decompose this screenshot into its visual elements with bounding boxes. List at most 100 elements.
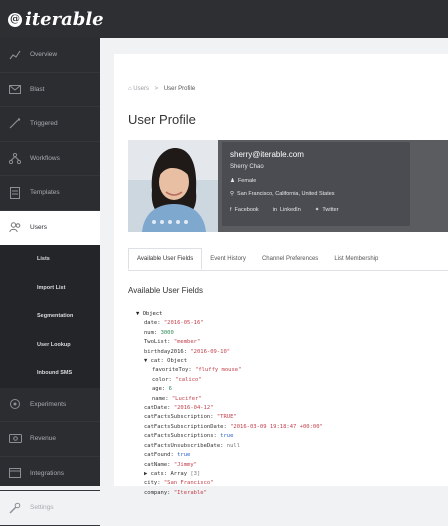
- logo-text: iterable: [25, 9, 104, 30]
- users-icon: [8, 222, 22, 234]
- breadcrumb-separator: >: [154, 86, 159, 92]
- object-field-row: catFactsSubscriptionDate: "2016-03-09 19…: [136, 423, 323, 432]
- tab-available-user-fields[interactable]: Available User Fields: [128, 248, 203, 270]
- field-value: "Lucifer": [171, 395, 202, 402]
- experiment-icon: [8, 398, 22, 410]
- sidebar-subitem-lists[interactable]: Lists: [0, 245, 100, 274]
- tab-channel-preferences[interactable]: Channel Preferences: [254, 248, 326, 270]
- field-key: num:: [144, 329, 158, 336]
- sidebar-item-users[interactable]: Users: [0, 210, 100, 245]
- object-field-row: company: "Iterable": [136, 489, 323, 498]
- object-field-row: age: 6: [136, 385, 323, 394]
- sidebar-item-triggered[interactable]: Triggered: [0, 107, 100, 142]
- field-key: city:: [144, 480, 161, 487]
- twitter-label: Twitter: [322, 207, 339, 213]
- content-panel: ⌂ Users > User Profile User Profile sher…: [114, 54, 448, 496]
- object-field-row: date: "2016-05-16": [136, 319, 323, 328]
- field-key: color:: [152, 376, 172, 383]
- sidebar-item-revenue[interactable]: Revenue: [0, 422, 100, 457]
- field-value: null: [226, 442, 241, 449]
- field-key: catFactsSubscription:: [144, 414, 214, 421]
- object-field-row: catName: "Jimmy": [136, 461, 323, 470]
- field-key: catFactsUnsubscribeDate:: [144, 442, 224, 449]
- wand-icon: [8, 118, 22, 130]
- sidebar-item-label: Workflows: [30, 154, 60, 162]
- sidebar-item-label: Overview: [30, 51, 58, 59]
- object-field-row: num: 3000: [136, 329, 323, 338]
- object-field-row: catFound: true: [136, 451, 323, 460]
- sidebar-item-label: Settings: [30, 504, 54, 512]
- page-title: User Profile: [128, 112, 196, 127]
- sidebar-item-label: Experiments: [30, 400, 67, 408]
- sidebar-item-blast[interactable]: Blast: [0, 73, 100, 107]
- field-value: "San Francisco": [163, 480, 214, 487]
- sidebar-item-label: Triggered: [30, 120, 58, 128]
- sidebar-subitem-user-lookup[interactable]: User Lookup: [0, 330, 100, 359]
- sidebar-item-templates[interactable]: Templates: [0, 176, 100, 211]
- breadcrumb-home-icon[interactable]: ⌂: [128, 86, 132, 92]
- linkedin-link[interactable]: in LinkedIn: [273, 207, 301, 213]
- field-key: catName:: [144, 461, 171, 468]
- tab-list-membership[interactable]: List Membership: [326, 248, 386, 270]
- linkedin-label: LinkedIn: [279, 207, 301, 213]
- sidebar-item-settings[interactable]: Settings: [0, 491, 100, 526]
- top-bar: @ iterable: [0, 0, 448, 38]
- sidebar-subitem-segmentation[interactable]: Segmentation: [0, 302, 100, 331]
- chart-line-icon: [8, 49, 22, 61]
- twitter-link[interactable]: ✦ Twitter: [315, 207, 339, 213]
- tab-event-history[interactable]: Event History: [202, 248, 254, 270]
- profile-name: Sherry Chao: [230, 164, 264, 170]
- field-key: ▼ cat: Object: [144, 358, 188, 365]
- profile-tabs: Available User Fields Event History Chan…: [128, 248, 448, 271]
- breadcrumb-parent[interactable]: Users: [133, 86, 149, 92]
- section-title: Available User Fields: [128, 286, 203, 295]
- field-key: catFactsSubscriptions:: [144, 433, 217, 440]
- field-value: "Iterable": [173, 489, 207, 496]
- field-value: "Jimmy": [173, 461, 197, 468]
- sidebar-item-label: Revenue: [30, 435, 57, 443]
- field-value: "TRUE": [216, 414, 237, 421]
- field-key: TwoList:: [144, 339, 171, 346]
- object-field-row[interactable]: ▼ cat: Object: [136, 357, 323, 366]
- profile-gender: ♟ Female: [230, 178, 256, 184]
- sidebar-item-label: Templates: [30, 189, 60, 197]
- sidebar-item-workflows[interactable]: Workflows: [0, 142, 100, 176]
- sidebar-subitem-inbound-sms[interactable]: Inbound SMS: [0, 359, 100, 388]
- field-key: favoriteToy:: [152, 367, 192, 374]
- field-value: "2016-05-16": [163, 320, 204, 327]
- field-value: [3]: [190, 470, 201, 477]
- field-value: true: [177, 452, 191, 459]
- field-key: catFactsSubscriptionDate:: [144, 423, 227, 430]
- field-key: catFound:: [144, 452, 174, 459]
- field-value: "2016-09-10": [190, 348, 231, 355]
- profile-social-links: f Facebook in LinkedIn ✦ Twitter: [230, 207, 339, 213]
- object-viewer: ▼ Object date: "2016-05-16" num: 3000 TwoL…: [136, 310, 323, 498]
- person-icon: ♟: [230, 178, 235, 184]
- settings-icon: [8, 502, 22, 514]
- app-logo[interactable]: @ iterable: [8, 9, 104, 30]
- sidebar-item-label: Integrations: [30, 469, 64, 477]
- field-value: "2016-03-09 19:18:47 +00:00": [230, 423, 323, 430]
- flow-icon: [8, 152, 22, 164]
- facebook-link[interactable]: f Facebook: [230, 207, 259, 213]
- carousel-dots[interactable]: [152, 220, 188, 224]
- object-field-row[interactable]: ▶ cats: Array [3]: [136, 470, 323, 479]
- sidebar: Overview Blast Triggered Workflows Templ…: [0, 38, 100, 526]
- sidebar-subitem-import-list[interactable]: Import List: [0, 273, 100, 302]
- profile-location: ⚲ San Francisco, California, United State…: [230, 191, 335, 197]
- field-key: age:: [152, 386, 166, 393]
- field-value: true: [220, 433, 234, 440]
- profile-email: sherry@iterable.com: [230, 150, 304, 159]
- logo-mark: @: [8, 12, 22, 27]
- field-value: 6: [168, 386, 172, 393]
- sidebar-item-overview[interactable]: Overview: [0, 38, 100, 73]
- breadcrumb-current: User Profile: [163, 86, 196, 92]
- object-field-row: catFactsUnsubscribeDate: null: [136, 442, 323, 451]
- profile-card: sherry@iterable.com Sherry Chao ♟ Female …: [222, 142, 410, 226]
- sidebar-item-experiments[interactable]: Experiments: [0, 388, 100, 422]
- object-field-row: catFactsSubscriptions: true: [136, 432, 323, 441]
- field-key: date:: [144, 320, 161, 327]
- sidebar-item-label: Blast: [30, 85, 45, 93]
- object-root[interactable]: ▼ Object: [136, 310, 323, 319]
- facebook-icon: f: [230, 207, 232, 213]
